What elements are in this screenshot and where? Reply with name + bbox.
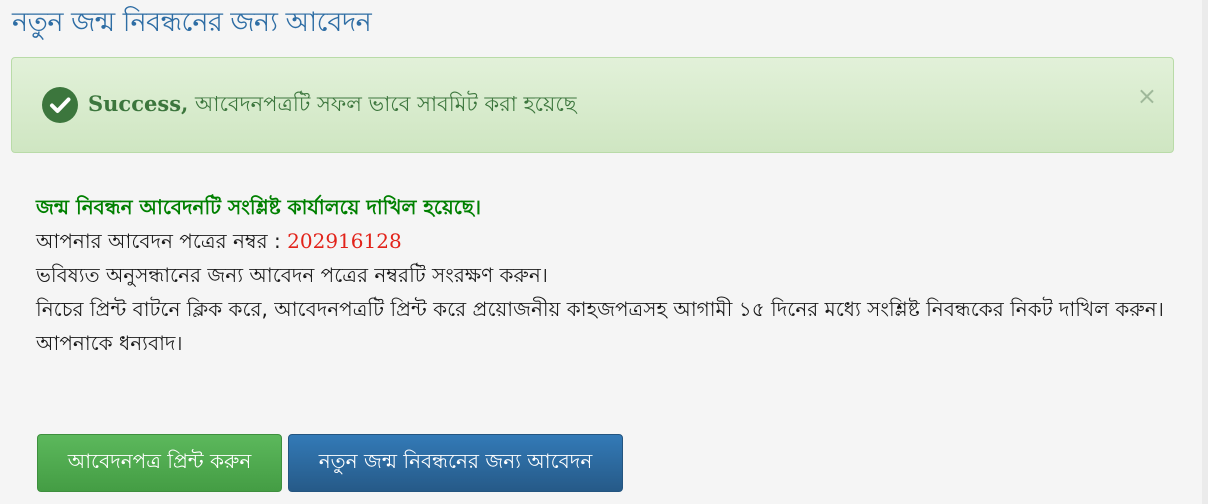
save-number-note: ভবিষ্যত অনুসন্ধানের জন্য আবেদন পত্রের নম…: [36, 263, 548, 287]
application-number-label: আপনার আবেদন পত্রের নম্বর :: [36, 229, 288, 253]
application-number-line: আপনার আবেদন পত্রের নম্বর : 202916128: [36, 224, 1176, 258]
alert-message: Success, আবেদনপত্রটি সফল ভাবে সাবমিট করা…: [88, 88, 577, 123]
print-application-button[interactable]: আবেদনপত্র প্রিন্ট করুন: [37, 434, 282, 492]
alert-bold-label: Success,: [88, 91, 189, 116]
print-instructions: নিচের প্রিন্ট বাটনে ক্লিক করে, আবেদনপত্র…: [36, 297, 1164, 321]
close-icon[interactable]: ×: [1137, 84, 1157, 108]
info-heading: জন্ম নিবন্ধন আবেদনটি সংশ্লিষ্ট কার্যালয়…: [36, 195, 482, 219]
right-edge-strip: [1202, 0, 1208, 504]
alert-text: আবেদনপত্রটি সফল ভাবে সাবমিট করা হয়েছে: [188, 92, 577, 116]
new-application-button[interactable]: নতুন জন্ম নিবন্ধনের জন্য আবেদন: [288, 434, 623, 492]
page-title: নতুন জন্ম নিবন্ধনের জন্য আবেদন: [12, 7, 372, 38]
success-alert: Success, আবেদনপত্রটি সফল ভাবে সাবমিট করা…: [11, 57, 1174, 153]
application-number: 202916128: [287, 229, 402, 253]
thanks-note: আপনাকে ধন্যবাদ।: [36, 331, 183, 355]
check-circle-icon: [42, 87, 78, 123]
application-info: জন্ম নিবন্ধন আবেদনটি সংশ্লিষ্ট কার্যালয়…: [36, 190, 1176, 360]
